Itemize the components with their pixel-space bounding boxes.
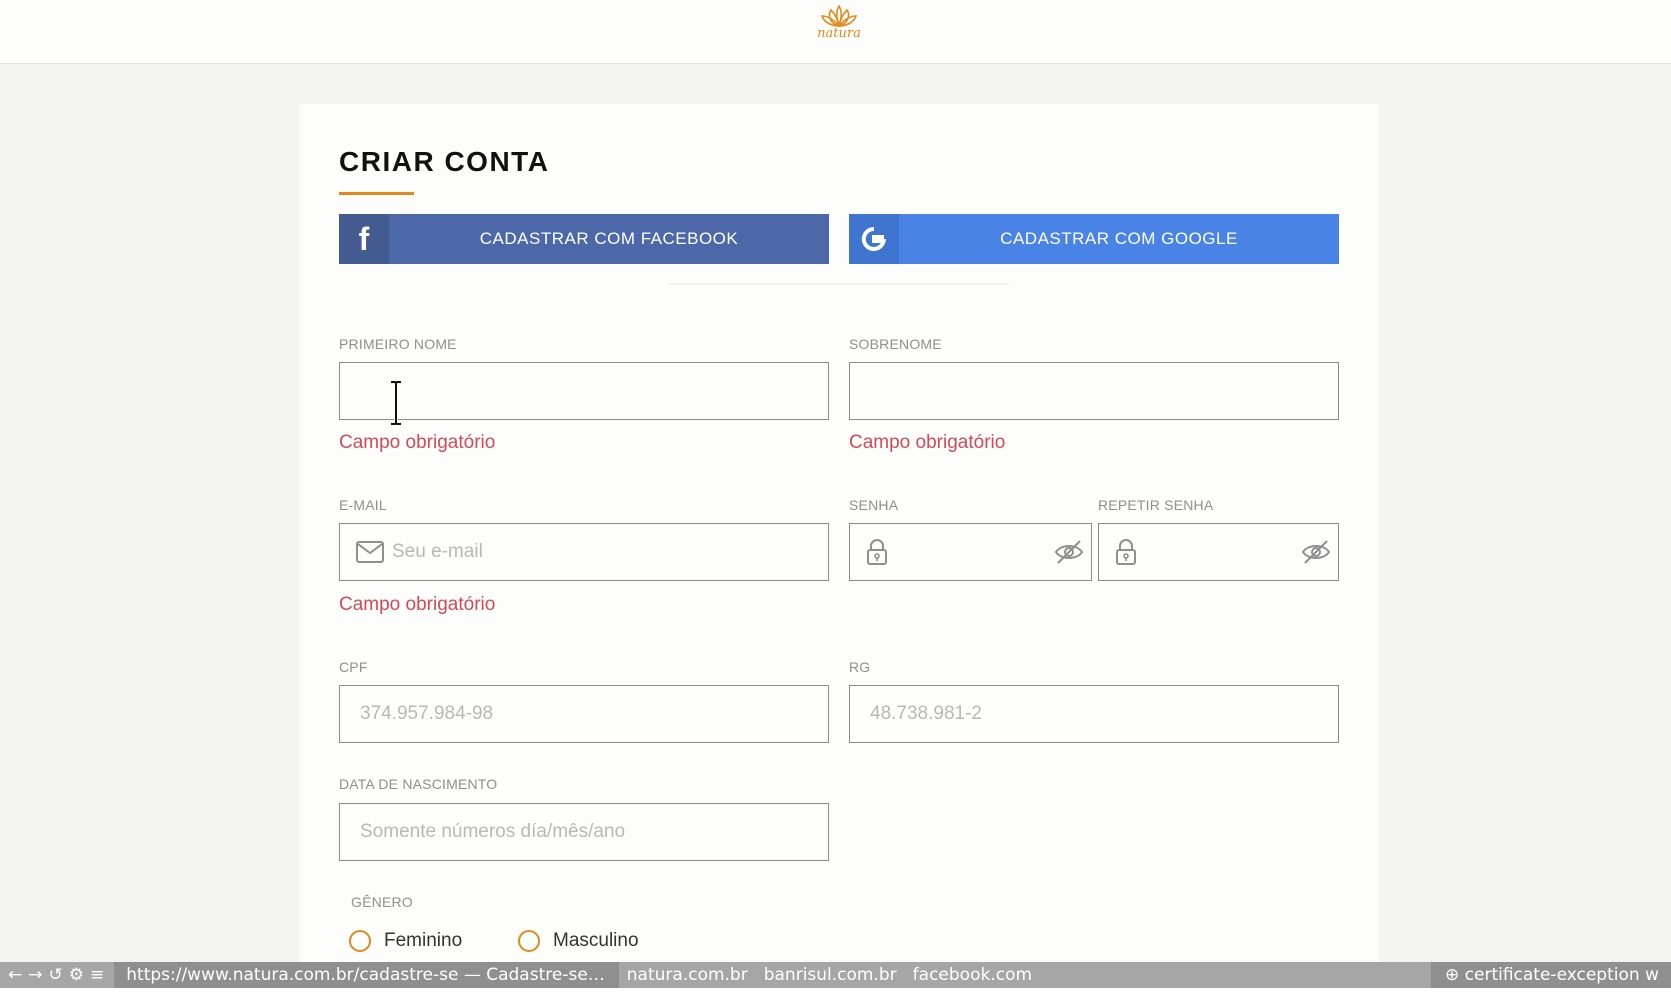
rg-field[interactable]: [849, 685, 1339, 743]
logo-text: natura: [817, 26, 861, 41]
first-name-input[interactable]: [340, 363, 828, 419]
radio-label: Masculino: [553, 930, 639, 951]
email-field[interactable]: [339, 523, 829, 581]
password-label: SENHA: [849, 497, 899, 513]
top-header: natura: [0, 0, 1671, 64]
title-underline: [339, 192, 414, 195]
browser-status-bar: ← → ↺ ⚙ ≡ https://www.natura.com.br/cada…: [0, 962, 1671, 988]
cpf-label: CPF: [339, 659, 368, 675]
email-label: E-MAIL: [339, 497, 387, 513]
first-name-error: Campo obrigatório: [339, 432, 496, 453]
google-signup-button[interactable]: CADASTRAR COM GOOGLE: [849, 214, 1339, 264]
url-display[interactable]: https://www.natura.com.br/cadastre-se — …: [114, 962, 619, 988]
google-button-label: CADASTRAR COM GOOGLE: [1000, 229, 1238, 248]
first-name-label: PRIMEIRO NOME: [339, 336, 457, 352]
email-error: Campo obrigatório: [339, 594, 496, 615]
natura-logo[interactable]: natura: [812, 4, 866, 44]
rg-label: RG: [849, 659, 871, 675]
last-name-label: SOBRENOME: [849, 336, 942, 352]
gender-label: GÊNERO: [351, 894, 413, 910]
facebook-signup-button[interactable]: f CADASTRAR COM FACEBOOK: [339, 214, 829, 264]
repeat-password-label: REPETIR SENHA: [1098, 497, 1214, 513]
repeat-password-input[interactable]: [1137, 524, 1294, 580]
birth-date-field[interactable]: [339, 803, 829, 861]
radio-button[interactable]: [349, 930, 371, 952]
divider: [669, 283, 1009, 285]
back-icon[interactable]: ←: [8, 965, 22, 985]
radio-button[interactable]: [518, 930, 540, 952]
radio-label: Feminino: [384, 930, 463, 951]
password-input[interactable]: [888, 524, 1047, 580]
cpf-input[interactable]: [340, 686, 828, 742]
gender-option-feminino[interactable]: Feminino: [349, 930, 462, 952]
browser-nav: ← → ↺ ⚙ ≡: [0, 965, 108, 985]
forward-icon[interactable]: →: [28, 965, 42, 985]
last-name-error: Campo obrigatório: [849, 432, 1006, 453]
envelope-icon: [340, 541, 384, 563]
tab-natura[interactable]: natura.com.br: [619, 965, 756, 985]
last-name-field[interactable]: [849, 362, 1339, 420]
page-title: CRIAR CONTA: [339, 146, 550, 177]
facebook-icon: f: [339, 214, 389, 264]
lock-icon: [1099, 538, 1137, 566]
gender-option-masculino[interactable]: Masculino: [518, 930, 639, 952]
tab-facebook[interactable]: facebook.com: [905, 965, 1040, 985]
bottom-strip: [0, 988, 1671, 992]
eye-slash-icon[interactable]: [1294, 539, 1338, 565]
email-input[interactable]: [384, 524, 828, 580]
repeat-password-field[interactable]: [1098, 523, 1339, 581]
cpf-field[interactable]: [339, 685, 829, 743]
settings-icon[interactable]: ⚙: [69, 965, 84, 985]
signup-card: CRIAR CONTA f CADASTRAR COM FACEBOOK CAD…: [299, 104, 1379, 992]
certificate-exception-indicator[interactable]: ⊕ certificate-exception w: [1431, 962, 1671, 988]
last-name-input[interactable]: [850, 363, 1338, 419]
facebook-button-label: CADASTRAR COM FACEBOOK: [479, 229, 739, 248]
rg-input[interactable]: [850, 686, 1338, 742]
birth-date-input[interactable]: [340, 804, 828, 860]
lock-icon: [850, 538, 888, 566]
reload-icon[interactable]: ↺: [49, 965, 63, 985]
eye-slash-icon[interactable]: [1047, 539, 1091, 565]
text-cursor-icon: [389, 380, 403, 426]
google-icon: [849, 214, 899, 264]
tab-banrisul[interactable]: banrisul.com.br: [756, 965, 905, 985]
first-name-field[interactable]: [339, 362, 829, 420]
password-field[interactable]: [849, 523, 1092, 581]
menu-icon[interactable]: ≡: [90, 965, 104, 985]
birth-date-label: DATA DE NASCIMENTO: [339, 776, 498, 792]
